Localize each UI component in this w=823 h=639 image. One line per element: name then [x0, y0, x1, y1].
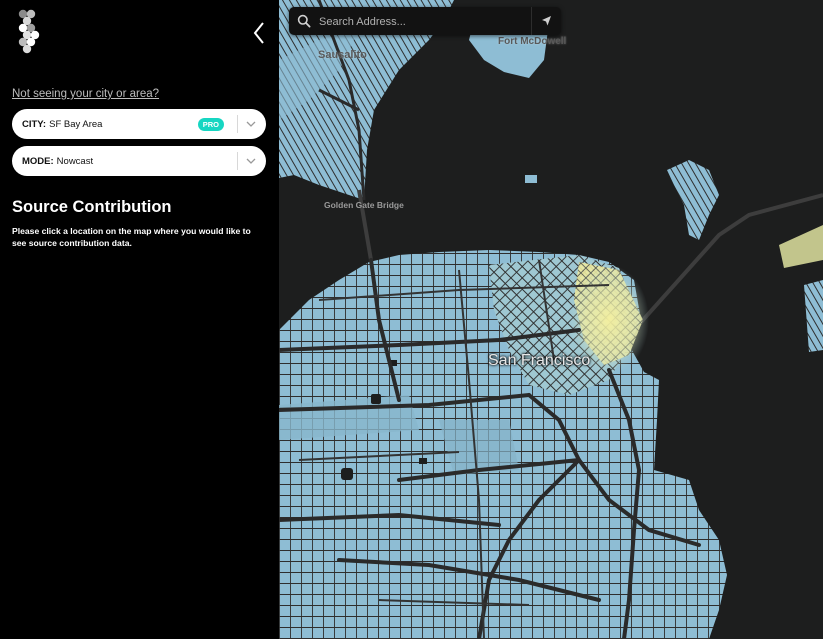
sidebar: Not seeing your city or area? CITY: SF B… — [0, 0, 279, 639]
collapse-sidebar-button[interactable] — [250, 20, 270, 46]
mode-select-key: MODE: — [22, 155, 54, 167]
search-icon — [297, 14, 311, 28]
pro-badge: PRO — [197, 118, 224, 131]
mode-select[interactable]: MODE: Nowcast — [12, 146, 266, 176]
chevron-down-icon — [246, 121, 256, 127]
locate-me-button[interactable] — [532, 7, 561, 35]
search-bar — [289, 7, 561, 35]
map-label-sausalito: Sausalito — [318, 49, 367, 61]
section-title: Source Contribution — [12, 198, 172, 216]
map-base-layer — [279, 0, 823, 639]
section-description: Please click a location on the map where… — [12, 226, 251, 248]
city-select[interactable]: CITY: SF Bay Area PRO — [12, 109, 266, 139]
search-input[interactable] — [317, 11, 521, 33]
treasure-island — [667, 160, 719, 240]
area-request-link[interactable]: Not seeing your city or area? — [12, 88, 159, 100]
map-label-golden-gate-bridge: Golden Gate Bridge — [324, 200, 404, 210]
map-canvas[interactable]: Sausalito Fort McDowell Golden Gate Brid… — [279, 0, 823, 639]
chevron-down-icon — [246, 158, 256, 164]
navigation-arrow-icon — [542, 16, 551, 26]
app: Not seeing your city or area? CITY: SF B… — [0, 0, 823, 639]
brand-logo-icon — [18, 9, 40, 54]
map-label-san-francisco: San Francisco — [488, 352, 591, 369]
map-label-fort-mcdowell: Fort McDowell — [498, 36, 567, 47]
mode-select-value: Nowcast — [56, 155, 94, 167]
city-select-value: SF Bay Area — [49, 118, 103, 130]
city-select-key: CITY: — [22, 118, 47, 130]
select-divider — [237, 152, 238, 170]
select-divider — [237, 115, 238, 133]
